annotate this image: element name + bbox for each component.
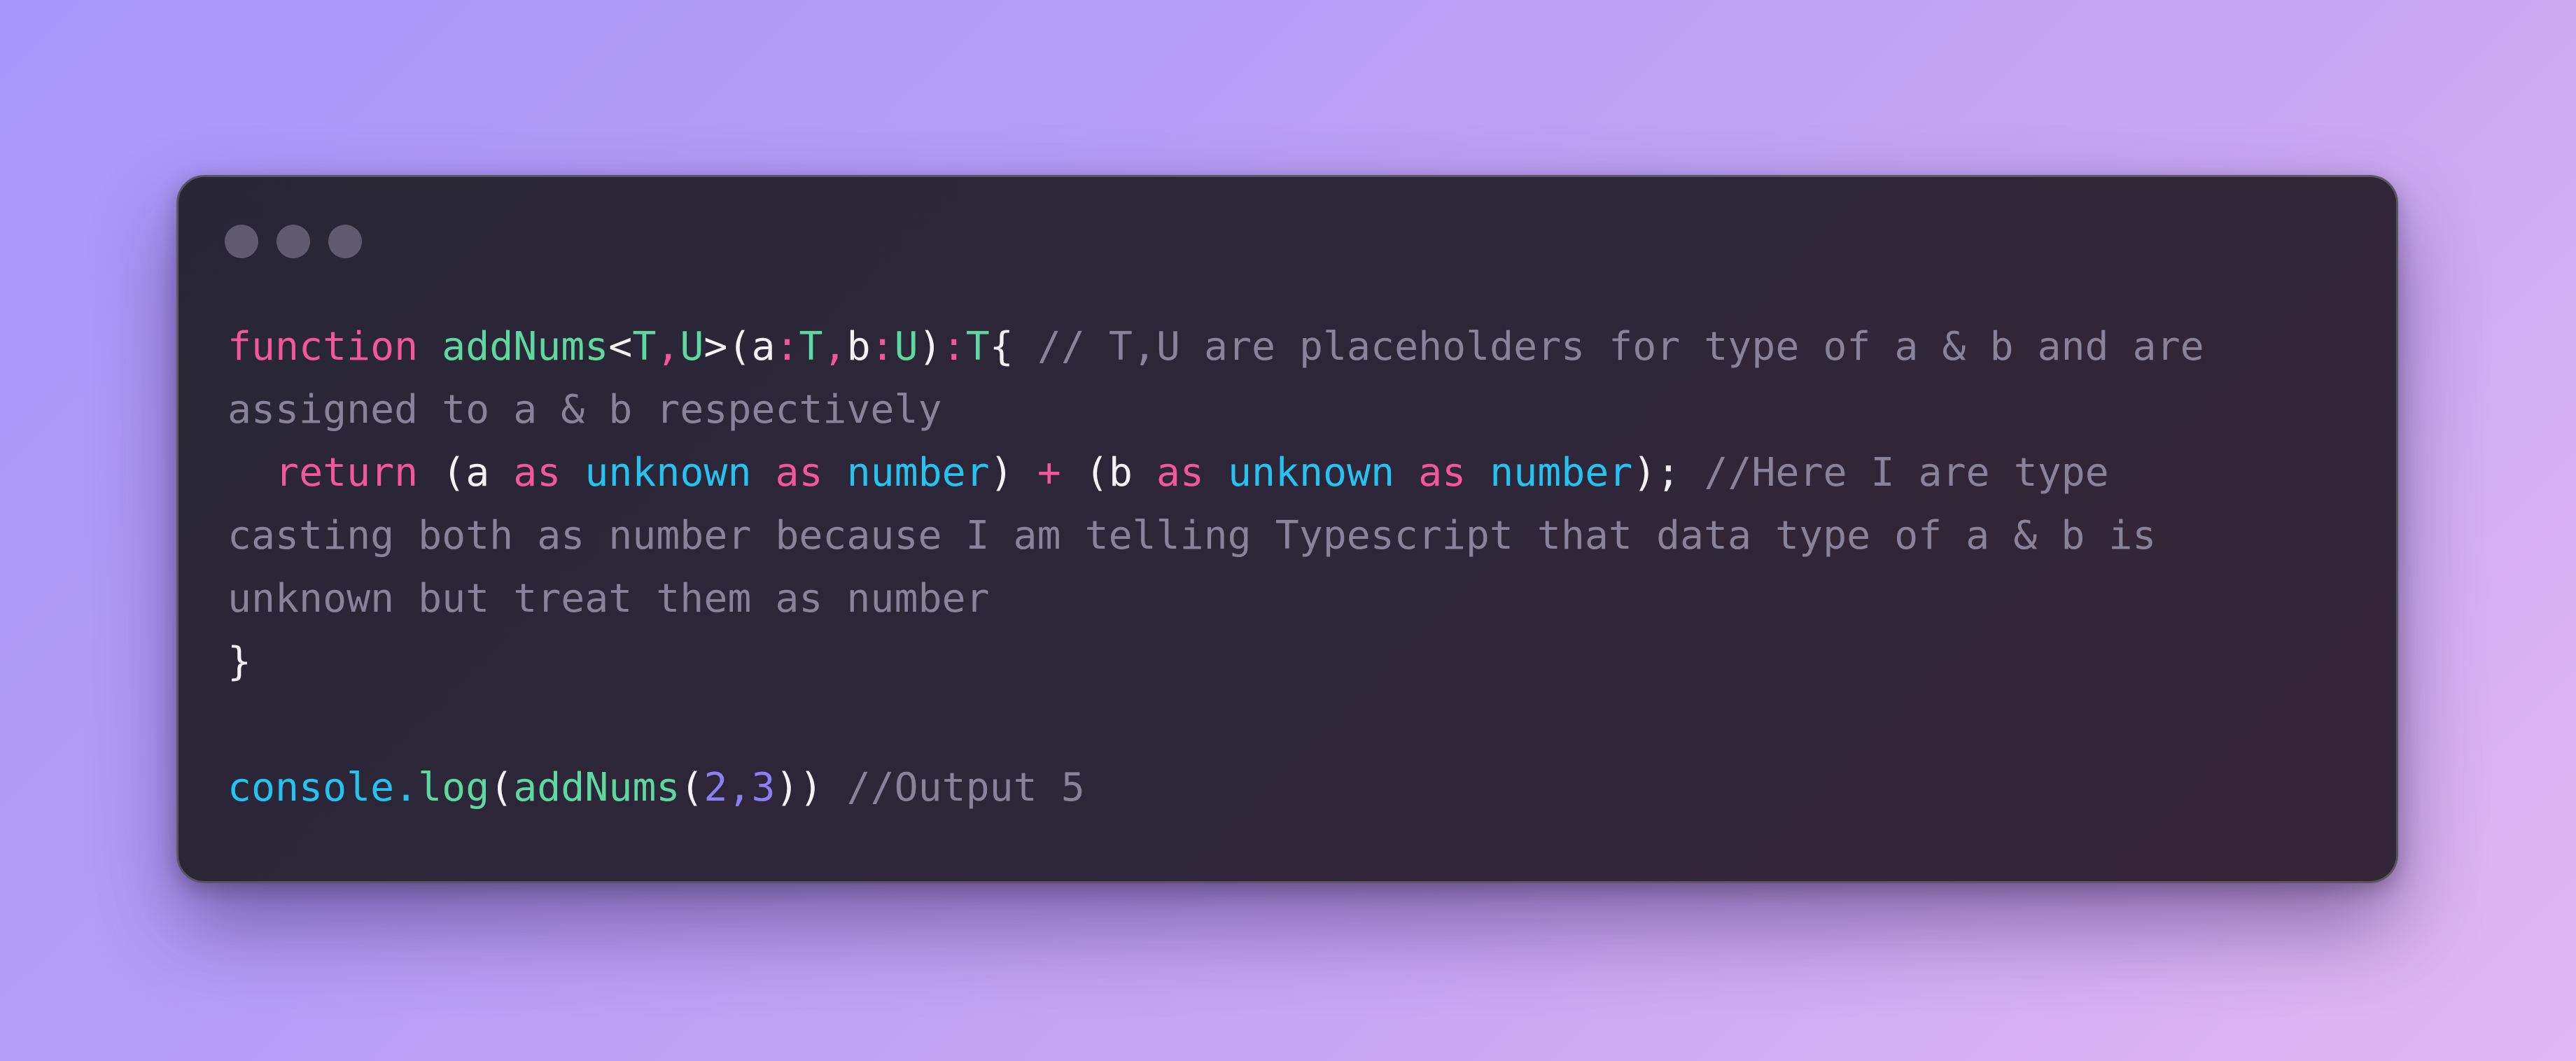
- code-line-3: return (a as unknown as number) + (b as …: [227, 442, 2356, 505]
- paren-close: ): [989, 450, 1014, 496]
- type-unknown: unknown: [584, 450, 752, 496]
- angle-open: <: [608, 324, 633, 370]
- code-line-5: unknown but treat them as number: [227, 568, 2356, 631]
- type-number: number: [846, 450, 990, 496]
- window-dot: [276, 225, 310, 258]
- comma: ,: [656, 324, 680, 370]
- param-a: a: [751, 324, 776, 370]
- code-line-6: }: [227, 631, 2356, 694]
- console-object: console: [227, 765, 395, 810]
- code-window: function addNums<T,U>(a:T,b:U):T{ // T,U…: [176, 175, 2398, 883]
- code-line-2: assigned to a & b respectively: [227, 379, 2356, 442]
- operator-plus: +: [1037, 450, 1061, 496]
- code-block: function addNums<T,U>(a:T,b:U):T{ // T,U…: [227, 316, 2356, 820]
- function-name: addNums: [442, 324, 609, 370]
- paren-close: )): [775, 765, 823, 810]
- brace-close: }: [227, 639, 252, 684]
- colon: :: [941, 324, 966, 370]
- keyword-as: as: [1418, 450, 1466, 496]
- comma: ,: [822, 324, 847, 370]
- colon: :: [775, 324, 799, 370]
- brace-open: {: [989, 324, 1014, 370]
- code-comment: //Output 5: [822, 765, 1085, 810]
- type-t: T: [799, 324, 823, 370]
- code-line-1: function addNums<T,U>(a:T,b:U):T{ // T,U…: [227, 316, 2356, 379]
- type-param-t: T: [632, 324, 657, 370]
- paren-close: ): [918, 324, 942, 370]
- dot-operator: .: [394, 765, 419, 810]
- code-comment: assigned to a & b respectively: [227, 387, 942, 433]
- keyword-as: as: [513, 450, 561, 496]
- statement-end: );: [1632, 450, 1681, 496]
- window-dot: [225, 225, 258, 258]
- window-dot: [328, 225, 362, 258]
- window-controls: [225, 225, 362, 258]
- type-u: U: [894, 324, 918, 370]
- return-type-t: T: [965, 324, 990, 370]
- paren-open: (: [680, 765, 704, 810]
- code-comment: unknown but treat them as number: [227, 576, 990, 621]
- code-line-8: console.log(addNums(2,3)) //Output 5: [227, 757, 2356, 820]
- type-unknown: unknown: [1227, 450, 1395, 496]
- code-comment: //Here I are type: [1680, 450, 2109, 496]
- code-line-4: casting both as number because I am tell…: [227, 505, 2356, 568]
- keyword-as: as: [775, 450, 823, 496]
- type-param-u: U: [680, 324, 704, 370]
- colon: :: [870, 324, 895, 370]
- paren-b: (b: [1084, 450, 1133, 496]
- function-call: addNums: [513, 765, 680, 810]
- keyword-as: as: [1156, 450, 1204, 496]
- angle-close-paren: >(: [704, 324, 752, 370]
- paren-a: (a: [442, 450, 490, 496]
- keyword-return: return: [275, 450, 419, 496]
- paren-open: (: [489, 765, 514, 810]
- keyword-function: function: [227, 324, 419, 370]
- code-comment: // T,U are placeholders for type of a & …: [1013, 324, 2204, 370]
- param-b: b: [846, 324, 871, 370]
- code-comment: casting both as number because I am tell…: [227, 513, 2157, 558]
- number-literal: 3: [751, 765, 776, 810]
- comma: ,: [727, 765, 752, 810]
- log-method: log: [418, 765, 490, 810]
- type-number: number: [1490, 450, 1633, 496]
- number-literal: 2: [704, 765, 728, 810]
